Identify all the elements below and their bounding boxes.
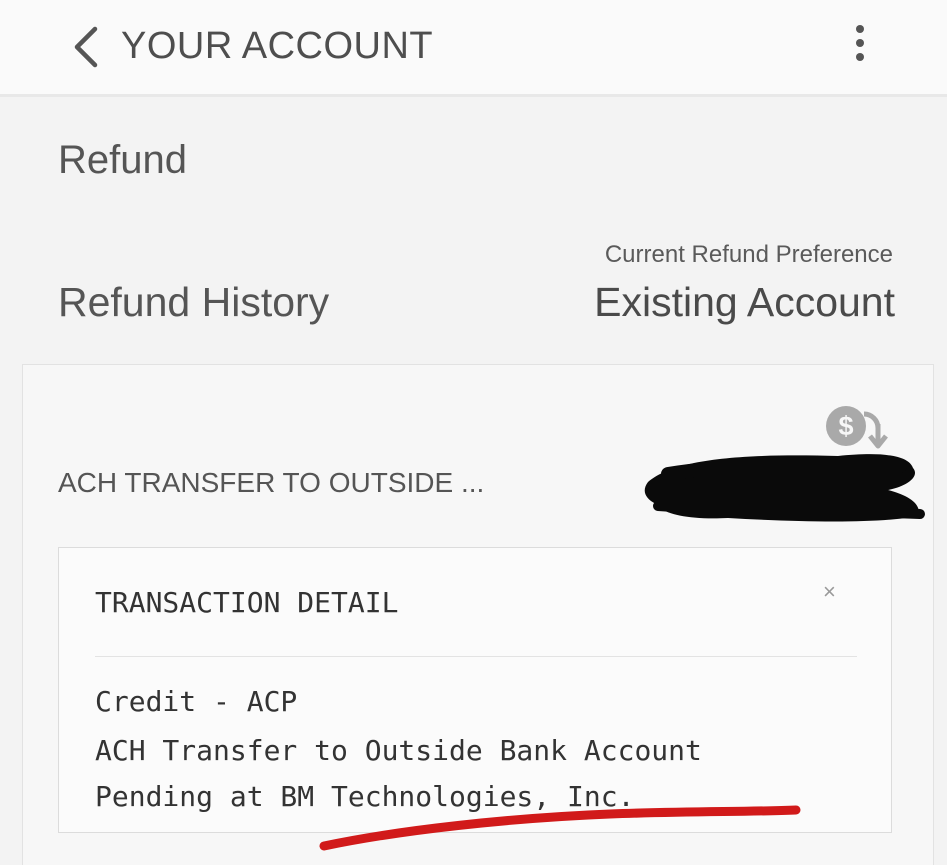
dollar-refund-icon: $ [826, 406, 888, 449]
more-options-button[interactable] [845, 18, 875, 68]
detail-line-description: ACH Transfer to Outside Bank Account [95, 734, 702, 767]
detail-divider [95, 656, 857, 657]
header-title: YOUR ACCOUNT [121, 25, 434, 67]
page-title: Refund [58, 138, 187, 182]
chevron-left-icon [74, 26, 98, 68]
more-vertical-icon [856, 25, 864, 33]
transaction-detail-panel: TRANSACTION DETAIL × Credit - ACP ACH Tr… [58, 547, 892, 833]
app-header: YOUR ACCOUNT [0, 0, 947, 97]
refund-preference-caption: Current Refund Preference [604, 241, 893, 268]
close-icon[interactable]: × [823, 580, 836, 604]
redacted-amount [644, 454, 925, 522]
detail-line-type: Credit - ACP [95, 685, 298, 718]
refund-preference-value[interactable]: Existing Account [594, 278, 895, 326]
refund-history-heading: Refund History [58, 279, 330, 325]
transaction-row-label[interactable]: ACH TRANSFER TO OUTSIDE ... [58, 466, 484, 500]
svg-text:$: $ [838, 411, 853, 441]
transaction-detail-title: TRANSACTION DETAIL [95, 586, 399, 619]
back-button[interactable] [66, 22, 106, 72]
red-underline-annotation [319, 805, 801, 851]
